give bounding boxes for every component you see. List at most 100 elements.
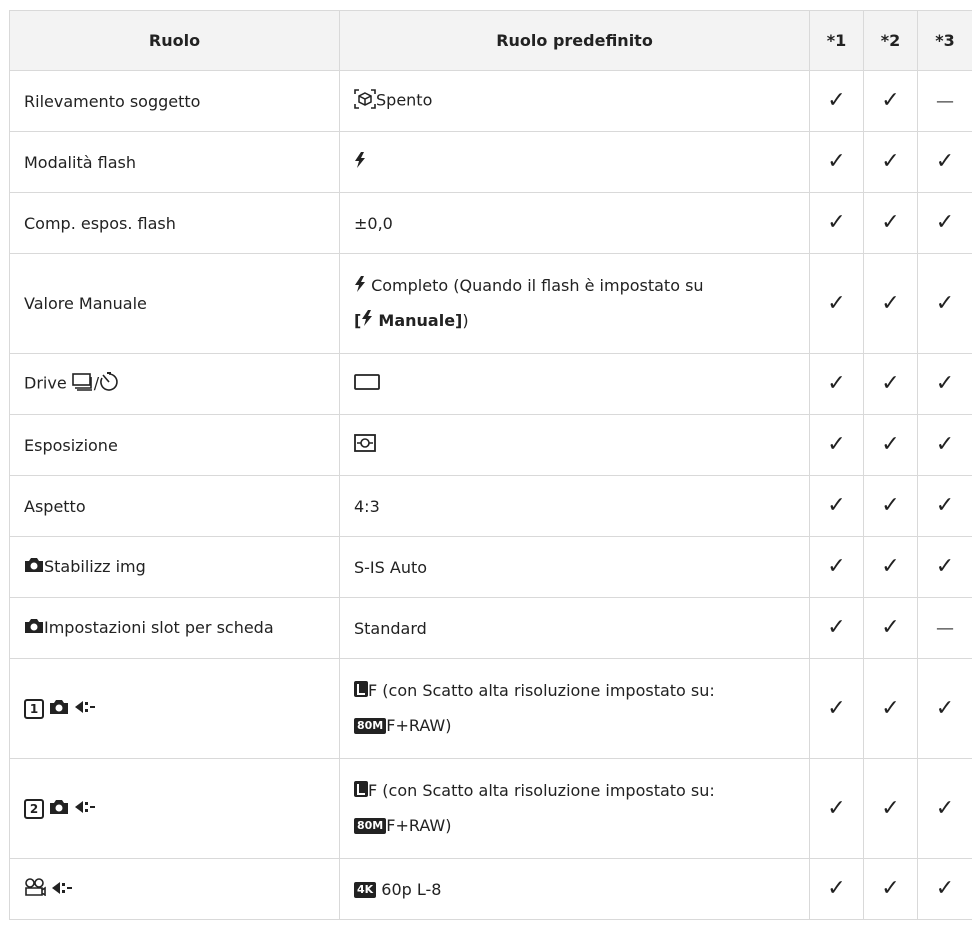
image-quality-icon — [74, 699, 96, 718]
c2-cell: ✓ — [863, 597, 918, 659]
c1-cell: ✓ — [809, 253, 864, 354]
single-frame-icon — [354, 373, 380, 395]
c2-cell: ✓ — [863, 536, 918, 598]
settings-table: Ruolo Ruolo predefinito *1 *2 *3 Rilevam… — [9, 10, 972, 920]
header-row: Ruolo Ruolo predefinito *1 *2 *3 — [9, 10, 972, 71]
header-ruolo-predefinito: Ruolo predefinito — [339, 10, 810, 71]
header-c1: *1 — [809, 10, 864, 71]
table-row: Comp. espos. flash ±0,0 ✓ ✓ ✓ — [9, 192, 972, 254]
flash-icon — [354, 152, 366, 172]
c3-cell: ✓ — [917, 353, 972, 415]
c1-cell: ✓ — [809, 131, 864, 193]
c3-cell: ✓ — [917, 536, 972, 598]
subject-detection-icon — [354, 89, 376, 113]
table-row: 1 F (con Scatto alta risoluzione imposta… — [9, 658, 972, 759]
predefinito-cell: F (con Scatto alta risoluzione impostato… — [339, 658, 810, 759]
flash-icon — [361, 304, 373, 338]
c3-cell: ✓ — [917, 858, 972, 920]
c3-cell: ✓ — [917, 658, 972, 759]
table-row: 2 F (con Scatto alta risoluzione imposta… — [9, 758, 972, 859]
card-slot-icon: 1 — [24, 698, 44, 719]
predefinito-text: Spento — [376, 90, 433, 110]
sequential-shooting-icon — [71, 373, 94, 395]
predefinito-cell — [339, 414, 810, 476]
c3-cell: ✓ — [917, 414, 972, 476]
c2-cell: ✓ — [863, 758, 918, 859]
flash-icon — [354, 270, 366, 304]
ruolo-cell: Comp. espos. flash — [9, 192, 340, 254]
predefinito-cell: F (con Scatto alta risoluzione impostato… — [339, 758, 810, 859]
ruolo-cell: Esposizione — [9, 414, 340, 476]
c2-cell: ✓ — [863, 353, 918, 415]
self-timer-icon — [99, 372, 119, 396]
c1-cell: ✓ — [809, 414, 864, 476]
ruolo-cell — [9, 858, 340, 920]
table-row: Rilevamento soggetto Spento ✓ ✓ — — [9, 70, 972, 132]
metering-icon — [354, 434, 376, 456]
c1-cell: ✓ — [809, 70, 864, 132]
resolution-badge: 80M — [354, 718, 387, 735]
predefinito-cell: Completo (Quando il flash è impostato su… — [339, 253, 810, 354]
c3-cell: ✓ — [917, 192, 972, 254]
table-row: Stabilizz img S-IS Auto ✓ ✓ ✓ — [9, 536, 972, 598]
predefinito-cell: S-IS Auto — [339, 536, 810, 598]
header-c2: *2 — [863, 10, 918, 71]
table-row: Modalità flash ✓ ✓ ✓ — [9, 131, 972, 193]
camera-icon — [49, 799, 69, 819]
image-quality-icon — [51, 880, 73, 899]
c1-cell: ✓ — [809, 758, 864, 859]
ruolo-cell: Stabilizz img — [9, 536, 340, 598]
c2-cell: ✓ — [863, 192, 918, 254]
table-row: Impostazioni slot per scheda Standard ✓ … — [9, 597, 972, 659]
c1-cell: ✓ — [809, 475, 864, 537]
c3-cell: — — [917, 597, 972, 659]
c2-cell: ✓ — [863, 475, 918, 537]
ruolo-cell: Modalità flash — [9, 131, 340, 193]
c1-cell: ✓ — [809, 597, 864, 659]
predefinito-text: Completo (Quando il flash è impostato su — [371, 276, 704, 295]
table-row: Drive / ✓ ✓ ✓ — [9, 353, 972, 415]
table-row: Esposizione ✓ ✓ ✓ — [9, 414, 972, 476]
ruolo-cell: Aspetto — [9, 475, 340, 537]
predefinito-cell: 4K 60p L-8 — [339, 858, 810, 920]
image-quality-icon — [74, 799, 96, 818]
c2-cell: ✓ — [863, 70, 918, 132]
movie-icon — [24, 878, 46, 900]
predefinito-cell: 4:3 — [339, 475, 810, 537]
c1-cell: ✓ — [809, 658, 864, 759]
resolution-badge: 4K — [354, 882, 377, 898]
table-row: 4K 60p L-8 ✓ ✓ ✓ — [9, 858, 972, 920]
ruolo-cell: Valore Manuale — [9, 253, 340, 354]
c3-cell: ✓ — [917, 131, 972, 193]
camera-icon — [49, 699, 69, 719]
predefinito-cell — [339, 131, 810, 193]
image-quality-icon — [354, 675, 368, 709]
ruolo-cell: Impostazioni slot per scheda — [9, 597, 340, 659]
c2-cell: ✓ — [863, 658, 918, 759]
header-ruolo: Ruolo — [9, 10, 340, 71]
c1-cell: ✓ — [809, 353, 864, 415]
c2-cell: ✓ — [863, 414, 918, 476]
camera-icon — [24, 557, 44, 577]
c3-cell: — — [917, 70, 972, 132]
predefinito-cell — [339, 353, 810, 415]
predefinito-cell: Standard — [339, 597, 810, 659]
ruolo-cell: Drive / — [9, 353, 340, 415]
ruolo-cell: Rilevamento soggetto — [9, 70, 340, 132]
c2-cell: ✓ — [863, 253, 918, 354]
predefinito-cell: Spento — [339, 70, 810, 132]
predefinito-cell: ±0,0 — [339, 192, 810, 254]
table-row: Valore Manuale Completo (Quando il flash… — [9, 253, 972, 354]
c3-cell: ✓ — [917, 758, 972, 859]
ruolo-cell: 2 — [9, 758, 340, 859]
image-quality-icon — [354, 775, 368, 809]
camera-icon — [24, 618, 44, 638]
table-row: Aspetto 4:3 ✓ ✓ ✓ — [9, 475, 972, 537]
ruolo-cell: 1 — [9, 658, 340, 759]
c2-cell: ✓ — [863, 858, 918, 920]
c1-cell: ✓ — [809, 192, 864, 254]
c3-cell: ✓ — [917, 253, 972, 354]
header-c3: *3 — [917, 10, 972, 71]
resolution-badge: 80M — [354, 818, 387, 835]
c1-cell: ✓ — [809, 858, 864, 920]
